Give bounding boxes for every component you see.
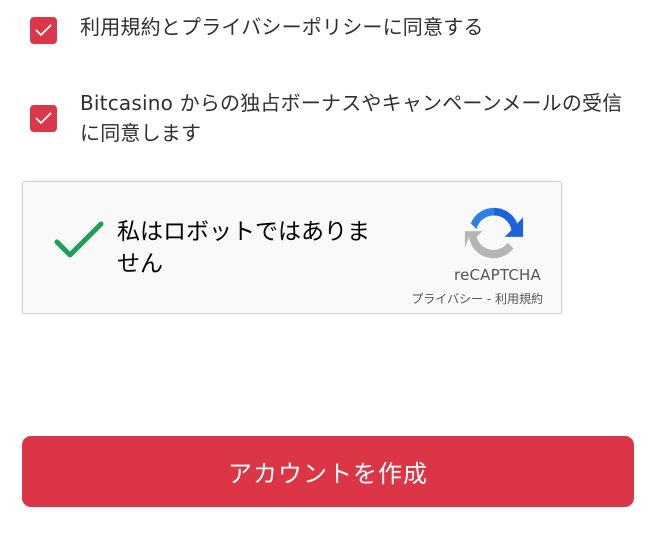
recaptcha-logo-icon (464, 207, 524, 259)
recaptcha-label: 私はロボットではありません (117, 219, 370, 277)
marketing-consent-row: Bitcasino からの独占ボーナスやキャンペーンメールの受信に同意します (30, 88, 650, 148)
signup-form: 利用規約とプライバシーポリシーに同意する Bitcasino からの独占ボーナス… (0, 0, 664, 546)
recaptcha-checkbox[interactable] (53, 218, 105, 262)
recaptcha-terms-link[interactable]: 利用規約 (495, 292, 543, 306)
marketing-checkbox[interactable] (30, 105, 57, 132)
terms-consent-row: 利用規約とプライバシーポリシーに同意する (30, 11, 484, 44)
create-account-button[interactable]: アカウントを作成 (22, 436, 634, 507)
checkmark-icon (35, 112, 52, 124)
marketing-consent-label: Bitcasino からの独占ボーナスやキャンペーンメールの受信に同意します (80, 91, 623, 145)
checkmark-icon (35, 24, 52, 36)
recaptcha-links: プライバシー - 利用規約 (411, 290, 543, 307)
recaptcha-link-separator: - (483, 292, 495, 306)
recaptcha-privacy-link[interactable]: プライバシー (411, 292, 483, 306)
terms-consent-label: 利用規約とプライバシーポリシーに同意する (80, 15, 484, 39)
recaptcha-widget: 私はロボットではありません reCAPTCHA プライバシー - 利用規約 (22, 181, 562, 314)
green-checkmark-icon (54, 221, 104, 258)
recaptcha-brand: reCAPTCHA (454, 266, 541, 284)
terms-checkbox[interactable] (30, 17, 57, 44)
